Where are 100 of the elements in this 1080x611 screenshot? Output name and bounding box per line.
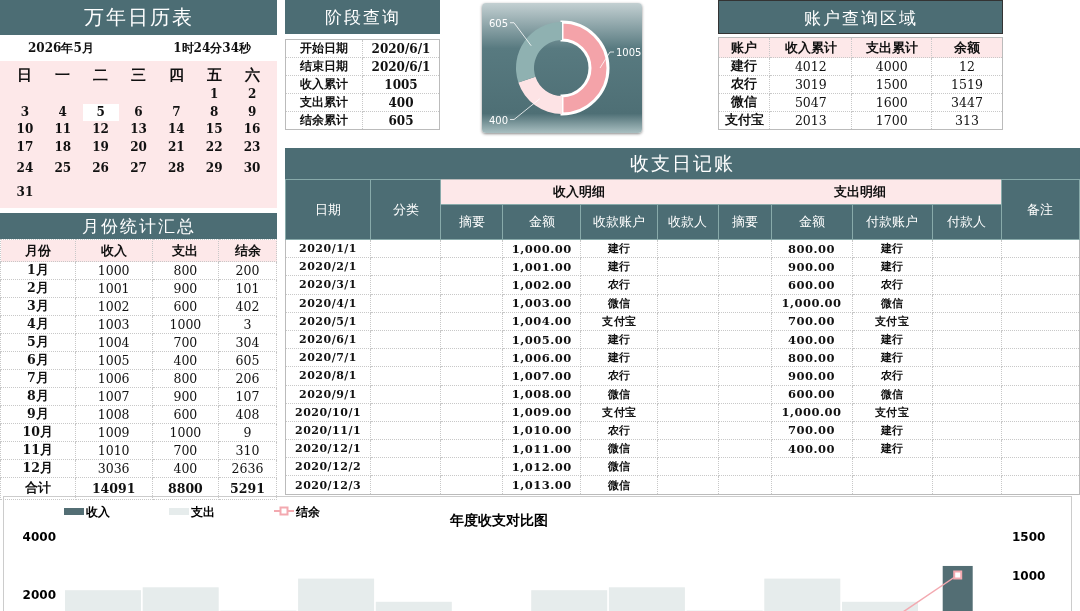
- calendar-day[interactable]: 27: [120, 156, 157, 180]
- table-cell: 1,004.00: [511, 314, 572, 329]
- calendar-day[interactable]: 19: [82, 138, 119, 156]
- calendar-day[interactable]: 10: [6, 121, 43, 139]
- calendar-day[interactable]: 25: [44, 156, 81, 180]
- table-cell: 建行: [607, 333, 631, 347]
- table-cell: 9: [218, 423, 277, 442]
- account-title: 账户查询区域: [718, 0, 1003, 34]
- column-header: 付款账户: [852, 204, 933, 240]
- table-cell: 600.00: [788, 277, 836, 292]
- calendar-day[interactable]: 11: [44, 121, 81, 139]
- column-header: 日期: [285, 179, 371, 240]
- table-cell: 1,007.00: [511, 368, 572, 383]
- calendar-day[interactable]: 18: [44, 138, 81, 156]
- column-header: 余额: [931, 37, 1003, 58]
- column-header: 备注: [1001, 179, 1080, 240]
- table-cell: 2020/3/1: [299, 278, 358, 292]
- calendar-day[interactable]: 1: [196, 86, 233, 104]
- table-cell: 微信: [607, 478, 631, 492]
- column-header: 摘要: [718, 204, 772, 240]
- total-cell: 合计: [0, 477, 75, 500]
- calendar-day[interactable]: 13: [120, 121, 157, 139]
- table-cell: 304: [218, 333, 277, 352]
- table-cell: 1004: [75, 333, 153, 352]
- table-cell: 900: [152, 387, 219, 406]
- column-header: 收款人: [657, 204, 718, 240]
- calendar-day[interactable]: 31: [6, 180, 43, 204]
- table-cell: 1,000.00: [511, 241, 572, 256]
- table-cell: 1,009.00: [511, 405, 572, 420]
- calendar-day[interactable]: 28: [158, 156, 195, 180]
- column-header: 收入累计: [769, 37, 852, 58]
- calendar-day[interactable]: 21: [158, 138, 195, 156]
- table-cell: 建行: [880, 442, 904, 456]
- table-cell: 支付宝: [602, 405, 637, 419]
- table-cell: 400.00: [788, 441, 836, 456]
- total-cell: 8800: [152, 477, 219, 500]
- table-cell: 402: [218, 297, 277, 316]
- group-header: 支出明细: [718, 179, 1002, 205]
- table-cell: 1月: [0, 261, 75, 280]
- calendar-day[interactable]: 7: [158, 103, 195, 121]
- table-cell: 3: [218, 315, 277, 334]
- table-cell: 1000: [75, 261, 153, 280]
- weekday-label: 二: [92, 65, 110, 86]
- table-cell: 800.00: [788, 241, 836, 256]
- total-cell: 5291: [218, 477, 277, 500]
- column-header: 金额: [771, 204, 853, 240]
- calendar-day[interactable]: 14: [158, 121, 195, 139]
- table-cell: 1,013.00: [511, 478, 572, 493]
- table-cell: 800: [152, 261, 219, 280]
- column-header: 付款人: [932, 204, 1002, 240]
- table-cell: 1003: [75, 315, 153, 334]
- calendar-day[interactable]: 26: [82, 156, 119, 180]
- calendar-day[interactable]: 16: [234, 121, 271, 139]
- calendar-title: 万年日历表: [0, 0, 277, 35]
- column-header: 结余: [218, 239, 277, 262]
- table-cell: 支付宝: [602, 314, 637, 328]
- table-cell: 建行: [607, 351, 631, 365]
- table-cell: 1009: [75, 423, 153, 442]
- month-label: 2026年5月: [28, 40, 94, 57]
- table-cell: 12月: [0, 459, 75, 478]
- calendar-day[interactable]: 3: [6, 103, 43, 121]
- table-cell: 605: [218, 351, 277, 370]
- column-header: 月份: [0, 239, 75, 262]
- table-cell: 1001: [75, 279, 153, 298]
- table-cell: 1600: [851, 93, 932, 112]
- total-cell: 14091: [75, 477, 153, 500]
- table-cell: 408: [218, 405, 277, 424]
- calendar-day[interactable]: 29: [196, 156, 233, 180]
- table-cell: 支付宝: [874, 405, 910, 419]
- calendar-day[interactable]: 5: [82, 103, 119, 121]
- field-label: 开始日期: [285, 39, 363, 58]
- table-cell: 700.00: [788, 423, 836, 438]
- calendar-day[interactable]: 23: [234, 138, 271, 156]
- table-cell: 1002: [75, 297, 153, 316]
- calendar-day[interactable]: 4: [44, 103, 81, 121]
- calendar-day[interactable]: 8: [196, 103, 233, 121]
- calendar-day[interactable]: 22: [196, 138, 233, 156]
- data-label: 605: [488, 17, 508, 29]
- table-cell: 107: [218, 387, 277, 406]
- calendar-day[interactable]: 24: [6, 156, 43, 180]
- calendar-day[interactable]: 12: [82, 121, 119, 139]
- table-cell: 农行: [718, 75, 770, 94]
- axis-label: 2000: [22, 588, 56, 602]
- calendar-day[interactable]: 30: [234, 156, 271, 180]
- table-cell: 2月: [0, 279, 75, 298]
- column-header: 账户: [718, 37, 770, 58]
- table-cell: 10月: [0, 423, 75, 442]
- table-cell: 1,010.00: [511, 423, 572, 438]
- table-cell: 建行: [607, 242, 631, 256]
- ledger-title: 收支日记账: [285, 148, 1080, 179]
- calendar-day[interactable]: 17: [6, 138, 43, 156]
- calendar-day[interactable]: 2: [234, 86, 271, 104]
- calendar-day[interactable]: 20: [120, 138, 157, 156]
- calendar-day[interactable]: 15: [196, 121, 233, 139]
- weekday-label: 三: [130, 65, 147, 86]
- table-cell: 4012: [769, 57, 852, 76]
- table-cell: 2636: [218, 459, 277, 478]
- column-header: 支出: [152, 239, 219, 262]
- calendar-day[interactable]: 6: [120, 103, 157, 121]
- calendar-day[interactable]: 9: [234, 103, 271, 121]
